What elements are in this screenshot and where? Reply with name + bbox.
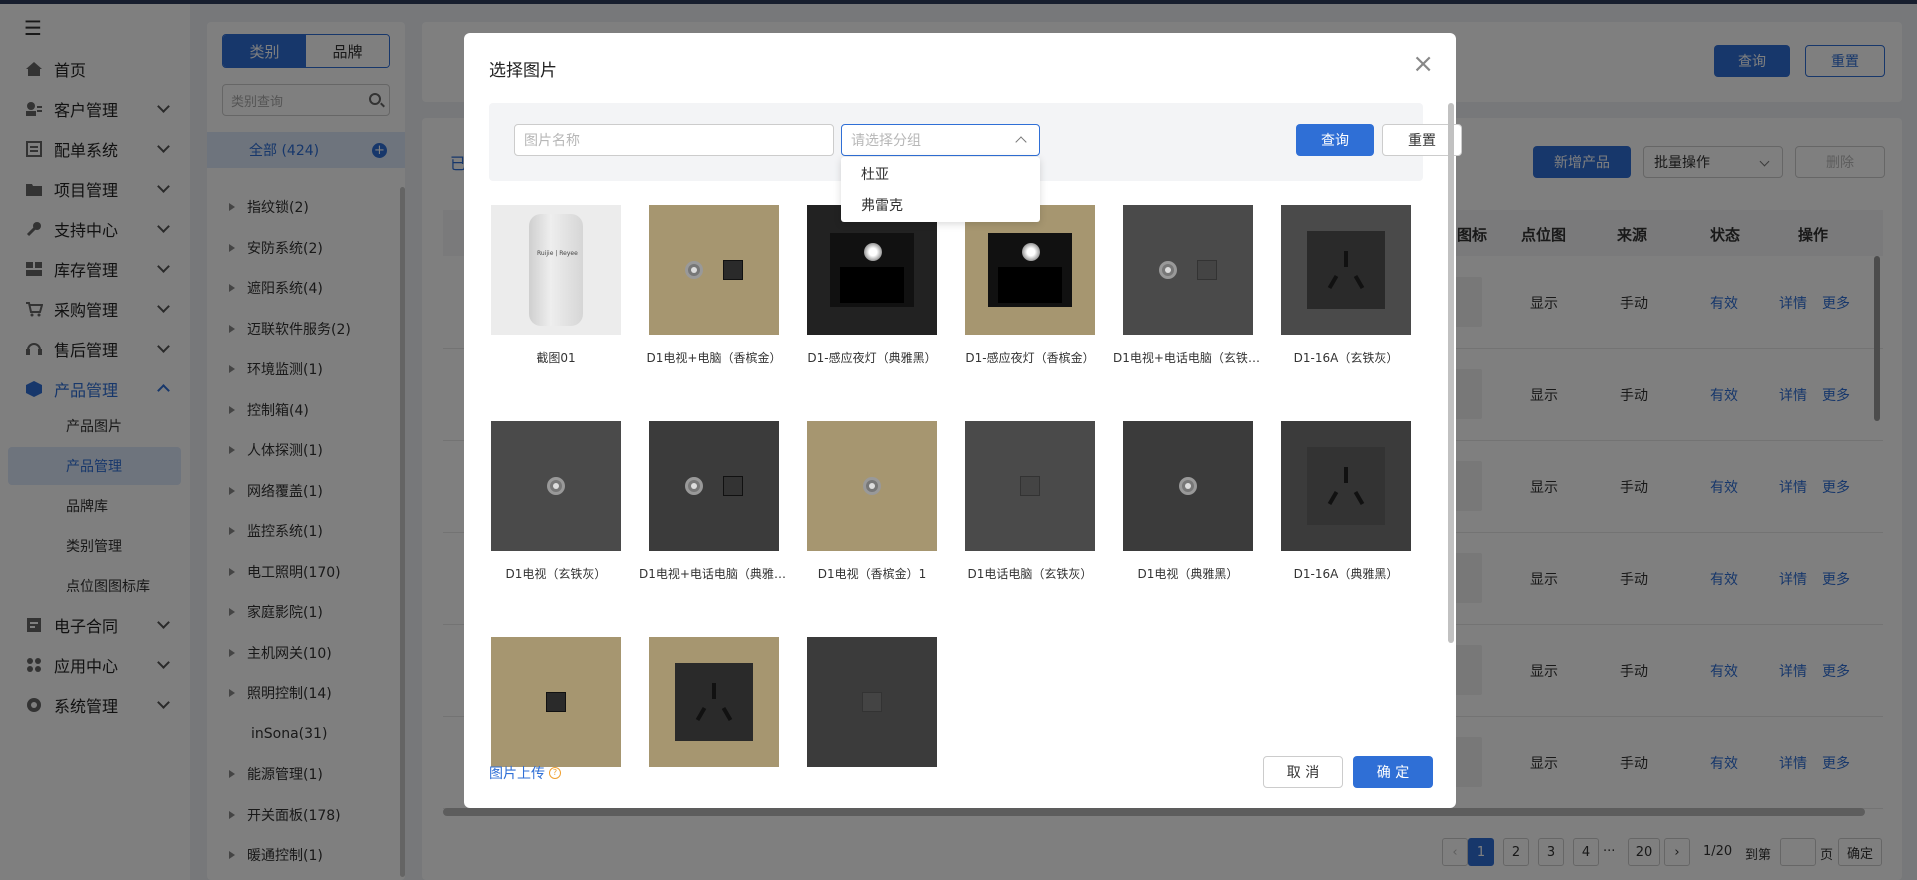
image-thumbnail — [649, 637, 779, 767]
chevron-up-icon — [1015, 136, 1027, 148]
network-socket-icon — [723, 476, 743, 496]
group-select[interactable]: 请选择分组 — [841, 124, 1040, 156]
night-light-icon — [830, 233, 914, 307]
network-socket-icon — [862, 692, 882, 712]
image-upload-link[interactable]: 图片上传 ? — [489, 763, 561, 783]
image-grid: Ruijie | Reyee 截图01 D1电视+电脑（香槟金） D1-感应夜灯… — [489, 193, 1424, 768]
image-caption: D1-16A（典雅黑） — [1293, 567, 1399, 581]
tv-socket-icon — [1179, 477, 1197, 495]
tv-socket-icon — [1159, 261, 1177, 279]
image-name-input[interactable]: 图片名称 — [514, 124, 834, 156]
image-tile[interactable] — [491, 637, 621, 768]
dialog-cancel-button[interactable]: 取 消 — [1263, 756, 1343, 788]
image-tile[interactable]: D1电视（玄铁灰） — [491, 421, 621, 582]
image-tile[interactable]: D1-16A（玄铁灰） — [1281, 205, 1411, 366]
image-thumbnail — [491, 421, 621, 551]
night-light-icon — [988, 233, 1072, 307]
network-socket-icon — [546, 692, 566, 712]
network-socket-icon — [1020, 476, 1040, 496]
image-tile[interactable]: D1电视+电话电脑（典雅黑） — [639, 421, 789, 582]
image-thumbnail — [491, 637, 621, 767]
image-tile[interactable]: D1电视（典雅黑） — [1123, 421, 1253, 582]
image-thumbnail — [649, 205, 779, 335]
image-tile[interactable]: D1-感应夜灯（香槟金） — [965, 205, 1095, 366]
dropdown-option[interactable]: 弗雷克 — [861, 195, 903, 215]
power-outlet-icon — [1307, 447, 1385, 525]
image-tile[interactable]: D1电视（香槟金）1 — [807, 421, 937, 582]
image-tile[interactable] — [649, 637, 779, 768]
image-tile[interactable]: D1电话电脑（玄铁灰） — [965, 421, 1095, 582]
image-tile[interactable]: D1电视+电脑（香槟金） — [647, 205, 781, 366]
image-caption: D1电话电脑（玄铁灰） — [967, 567, 1093, 581]
image-thumbnail — [807, 637, 937, 767]
image-thumbnail — [965, 421, 1095, 551]
image-caption: 截图01 — [536, 351, 576, 365]
image-thumbnail — [1281, 205, 1411, 335]
dialog-scrollbar[interactable] — [1448, 103, 1454, 643]
network-socket-icon — [1197, 260, 1217, 280]
image-thumbnail — [965, 205, 1095, 335]
image-thumbnail — [1123, 205, 1253, 335]
image-caption: D1电视（香槟金）1 — [817, 567, 927, 581]
power-outlet-icon — [1307, 231, 1385, 309]
image-caption: D1电视+电脑（香槟金） — [646, 351, 782, 365]
image-upload-label: 图片上传 — [489, 766, 545, 782]
dialog-query-button[interactable]: 查询 — [1296, 124, 1374, 156]
dialog-ok-button[interactable]: 确 定 — [1353, 756, 1433, 788]
image-thumbnail — [1281, 421, 1411, 551]
image-caption: D1-16A（玄铁灰） — [1293, 351, 1399, 365]
tv-socket-icon — [863, 477, 881, 495]
image-caption: D1-感应夜灯（香槟金） — [965, 351, 1095, 365]
close-icon[interactable]: × — [1412, 51, 1434, 77]
image-caption: D1电视（玄铁灰） — [505, 567, 607, 581]
image-tile[interactable]: Ruijie | Reyee 截图01 — [491, 205, 621, 366]
image-caption: D1-感应夜灯（典雅黑） — [807, 351, 937, 365]
image-thumbnail — [807, 205, 937, 335]
help-icon[interactable]: ? — [549, 767, 561, 779]
image-caption: D1电视+电话电脑（典雅黑） — [639, 567, 789, 581]
access-point-device-image: Ruijie | Reyee — [529, 214, 583, 326]
image-tile[interactable] — [807, 637, 937, 768]
select-image-dialog: 选择图片 × 图片名称 请选择分组 查询 重置 Ruijie | Reyee 截… — [464, 33, 1462, 808]
image-tile[interactable]: D1电视+电话电脑（玄铁灰） — [1113, 205, 1263, 366]
group-dropdown-menu: 杜亚 弗雷克 — [841, 157, 1040, 222]
image-caption: D1电视（典雅黑） — [1137, 567, 1239, 581]
group-select-placeholder: 请选择分组 — [851, 133, 921, 149]
dialog-title: 选择图片 — [489, 61, 557, 81]
dropdown-option[interactable]: 杜亚 — [861, 164, 889, 184]
network-socket-icon — [723, 260, 743, 280]
image-tile[interactable]: D1-感应夜灯（典雅黑） — [807, 205, 937, 366]
image-thumbnail: Ruijie | Reyee — [491, 205, 621, 335]
tv-socket-icon — [685, 477, 703, 495]
image-thumbnail — [1123, 421, 1253, 551]
image-thumbnail — [807, 421, 937, 551]
tv-socket-icon — [547, 477, 565, 495]
image-thumbnail — [649, 421, 779, 551]
tv-socket-icon — [685, 261, 703, 279]
image-tile[interactable]: D1-16A（典雅黑） — [1281, 421, 1411, 582]
power-outlet-icon — [675, 663, 753, 741]
image-caption: D1电视+电话电脑（玄铁灰） — [1113, 351, 1263, 365]
